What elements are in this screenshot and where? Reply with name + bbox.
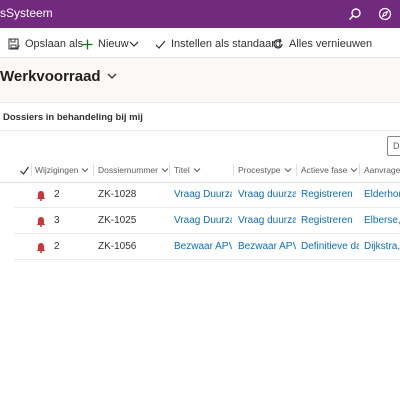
- table-row[interactable]: 3 ZK-1025 Vraag Duurzaa Vraag duurzaar R…: [0, 208, 400, 234]
- column-separator: [296, 164, 297, 176]
- cell-procestype-link[interactable]: Vraag duurzaar: [238, 189, 296, 203]
- app-title: sSysteem: [0, 6, 53, 20]
- column-separator: [359, 164, 360, 176]
- cell-aanvrager-link[interactable]: Dijkstra, A: [364, 241, 400, 255]
- cell-procestype-link[interactable]: Vraag duurzaar: [238, 215, 296, 229]
- chevron-down-icon: [82, 168, 89, 173]
- column-header-label: Procestype: [238, 165, 281, 175]
- select-all-checkbox[interactable]: [20, 160, 29, 180]
- column-header-label: Aanvrager: [364, 165, 400, 175]
- cell-wijzigingen: 2: [54, 189, 60, 200]
- column-header-aanvrager[interactable]: Aanvrager: [364, 160, 400, 180]
- cell-aanvrager-link[interactable]: Elberse, N: [364, 215, 400, 229]
- column-separator: [169, 164, 170, 176]
- column-header-dossiernummer[interactable]: Dossiernummer: [98, 160, 169, 180]
- new-label: Nieuw: [98, 38, 129, 50]
- bell-icon: [36, 243, 46, 253]
- refresh-icon: [273, 38, 283, 49]
- cell-titel-link[interactable]: Vraag Duurzaa: [174, 215, 232, 229]
- checkmark-icon: [20, 166, 29, 175]
- app-header: sSysteem: [0, 0, 400, 28]
- cell-actieve-fase-link[interactable]: Registreren: [301, 189, 359, 203]
- chevron-down-icon: [284, 168, 291, 173]
- cell-wijzigingen: 2: [54, 241, 60, 252]
- column-separator: [233, 164, 234, 176]
- command-bar: Opslaan als Nieuw Instellen als standaar…: [0, 28, 400, 58]
- search-icon[interactable]: [346, 5, 364, 23]
- column-header-procestype[interactable]: Procestype: [238, 160, 292, 180]
- column-header-label: Wijzigingen: [35, 165, 79, 175]
- new-button[interactable]: Nieuw: [82, 36, 129, 52]
- divider: [0, 130, 400, 131]
- refresh-all-button[interactable]: Alles vernieuwen: [272, 36, 372, 52]
- cell-wijzigingen: 3: [54, 215, 60, 226]
- cell-dossiernummer: ZK-1025: [98, 215, 137, 226]
- column-header-actieve-fase[interactable]: Actieve fase: [301, 160, 358, 180]
- save-as-icon: [8, 38, 20, 50]
- column-header-titel[interactable]: Titel: [174, 160, 201, 180]
- bell-icon: [36, 217, 46, 227]
- set-default-label: Instellen als standaard: [171, 38, 282, 50]
- chevron-down-icon: [161, 168, 169, 173]
- set-default-button[interactable]: Instellen als standaard: [155, 36, 281, 52]
- view-selector[interactable]: Werkvoorraad: [0, 66, 117, 86]
- cell-dossiernummer: ZK-1028: [98, 189, 137, 200]
- section-title: Dossiers in behandeling bij mij: [3, 112, 143, 123]
- row-divider: [14, 259, 400, 260]
- column-separator: [31, 164, 32, 176]
- cell-actieve-fase-link[interactable]: Registreren: [301, 215, 359, 229]
- compass-icon[interactable]: [376, 5, 394, 23]
- column-header-label: Actieve fase: [301, 165, 348, 175]
- chevron-down-icon: [107, 73, 117, 79]
- column-header-label: Titel: [174, 165, 190, 175]
- save-as-button[interactable]: Opslaan als: [8, 36, 83, 52]
- plus-icon: [82, 39, 93, 49]
- cell-actieve-fase-link[interactable]: Definitieve dati: [301, 241, 359, 255]
- cell-titel-link[interactable]: Vraag Duurzaa: [174, 189, 232, 203]
- column-header-label: Dossiernummer: [98, 165, 158, 175]
- column-separator: [93, 164, 94, 176]
- cell-titel-link[interactable]: Bezwaar APV: 2: [174, 241, 232, 255]
- chevron-down-icon: [193, 168, 201, 173]
- column-header-wijzigingen[interactable]: Wijzigingen: [35, 160, 89, 180]
- view-title: Werkvoorraad: [0, 67, 101, 85]
- search-input[interactable]: D: [387, 136, 400, 156]
- refresh-all-label: Alles vernieuwen: [289, 38, 373, 50]
- save-as-label: Opslaan als: [25, 38, 84, 50]
- checkmark-icon: [155, 40, 166, 49]
- bell-icon: [36, 191, 46, 201]
- chevron-down-icon: [129, 41, 139, 47]
- cell-aanvrager-link[interactable]: Elderhors: [364, 189, 400, 203]
- table-row[interactable]: 2 ZK-1028 Vraag Duurzaa Vraag duurzaar R…: [0, 182, 400, 208]
- cell-procestype-link[interactable]: Bezwaar APV: [238, 241, 296, 255]
- new-dropdown-button[interactable]: [129, 36, 139, 52]
- cell-dossiernummer: ZK-1056: [98, 241, 137, 252]
- chevron-down-icon: [350, 168, 358, 173]
- table-row[interactable]: 2 ZK-1056 Bezwaar APV: 2 Bezwaar APV Def…: [0, 234, 400, 260]
